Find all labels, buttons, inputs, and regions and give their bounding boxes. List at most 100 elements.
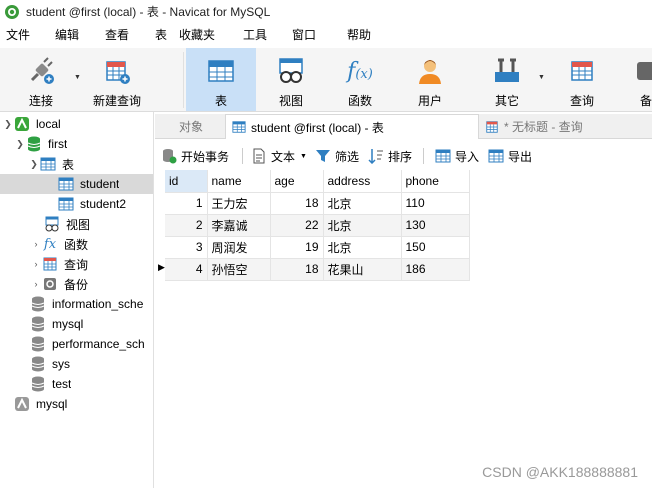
cell-age[interactable]: 19: [270, 236, 324, 259]
export-button[interactable]: 导出: [488, 146, 532, 166]
tree-item-first[interactable]: ❯ first: [0, 134, 153, 154]
menu-window[interactable]: 窗口: [292, 23, 316, 47]
chevron-right-icon[interactable]: ›: [30, 259, 42, 269]
connect-button[interactable]: 连接: [10, 48, 72, 111]
cell-phone[interactable]: 186: [401, 258, 470, 281]
menu-favorites[interactable]: 收藏夹: [179, 23, 215, 47]
table-row[interactable]: 4 孙悟空 18 花果山 186: [165, 258, 470, 281]
chevron-right-icon[interactable]: ›: [30, 239, 42, 249]
function-icon: f(x): [347, 58, 373, 84]
cell-address[interactable]: 北京: [323, 236, 402, 259]
cell-id[interactable]: 3: [165, 236, 208, 259]
export-icon: [488, 148, 504, 164]
database-icon: [30, 316, 46, 332]
tree-item-local[interactable]: ❯ local: [0, 114, 153, 134]
view-button[interactable]: 视图: [259, 48, 323, 111]
menu-table[interactable]: 表: [155, 23, 167, 47]
chevron-down-icon[interactable]: ❯: [14, 139, 26, 150]
title-bar: student @first (local) - 表 - Navicat for…: [0, 0, 652, 23]
menu-bar: 文件 编辑 查看 表 收藏夹 工具 窗口 帮助: [0, 23, 652, 47]
cell-age[interactable]: 18: [270, 258, 324, 281]
data-grid: ▶ id name age address phone 1 王力宏 18 北京 …: [155, 170, 652, 488]
watermark: CSDN @AKK188888881: [482, 464, 638, 480]
other-dropdown-icon[interactable]: ▼: [538, 74, 545, 81]
column-header-age[interactable]: age: [270, 170, 324, 193]
tab-student-table[interactable]: student @first (local) - 表: [225, 114, 479, 139]
tree-item-mysql-db[interactable]: mysql: [0, 314, 153, 334]
other-button[interactable]: 其它: [475, 48, 539, 111]
tree-item-sys[interactable]: sys: [0, 354, 153, 374]
chevron-down-icon[interactable]: ❯: [2, 119, 14, 130]
tree-item-student[interactable]: student: [0, 174, 153, 194]
chevron-right-icon[interactable]: ›: [30, 279, 42, 289]
table-button[interactable]: 表: [186, 48, 256, 111]
cell-id[interactable]: 2: [165, 214, 208, 237]
table-group-icon: [40, 156, 56, 172]
query-button[interactable]: 查询: [552, 48, 612, 111]
menu-view[interactable]: 查看: [105, 23, 129, 47]
text-doc-icon: [251, 148, 267, 164]
tab-objects[interactable]: 对象: [173, 114, 233, 139]
toolbar-separator: [423, 148, 424, 164]
cell-phone[interactable]: 150: [401, 236, 470, 259]
main-toolbar: 连接 ▼ 新建查询 表 视图 f(x) 函数 用户 其它 ▼ 查询 备: [0, 48, 652, 112]
begin-transaction-button[interactable]: 开始事务: [161, 146, 229, 166]
cell-name[interactable]: 孙悟空: [207, 258, 271, 281]
menu-help[interactable]: 帮助: [347, 23, 371, 47]
menu-file[interactable]: 文件: [6, 23, 30, 47]
function-button[interactable]: f(x) 函数: [328, 48, 392, 111]
import-button[interactable]: 导入: [435, 146, 479, 166]
tab-untitled-query[interactable]: * 无标题 - 查询: [479, 114, 652, 139]
table-row[interactable]: 3 周润发 19 北京 150: [165, 236, 470, 259]
cell-name[interactable]: 王力宏: [207, 192, 271, 215]
cell-name[interactable]: 周润发: [207, 236, 271, 259]
cell-phone[interactable]: 110: [401, 192, 470, 215]
table-icon: [206, 56, 236, 86]
new-query-icon: [102, 56, 132, 86]
tree-item-test[interactable]: test: [0, 374, 153, 394]
cell-age[interactable]: 22: [270, 214, 324, 237]
cell-address[interactable]: 北京: [323, 192, 402, 215]
column-header-address[interactable]: address: [323, 170, 402, 193]
menu-tools[interactable]: 工具: [243, 23, 267, 47]
user-button[interactable]: 用户: [398, 48, 462, 111]
student-table: id name age address phone 1 王力宏 18 北京 11…: [165, 170, 470, 281]
chevron-down-icon[interactable]: ❯: [28, 159, 40, 170]
column-header-name[interactable]: name: [207, 170, 271, 193]
cell-phone[interactable]: 130: [401, 214, 470, 237]
tree-item-backups[interactable]: › 备份: [0, 274, 153, 294]
cell-id[interactable]: 4: [165, 258, 208, 281]
tree-item-tables[interactable]: ❯ 表: [0, 154, 153, 174]
tree-item-functions[interactable]: › fx 函数: [0, 234, 153, 254]
query-icon: [42, 256, 58, 272]
cell-address[interactable]: 北京: [323, 214, 402, 237]
backup-button[interactable]: 备: [628, 48, 652, 111]
column-header-id[interactable]: id: [165, 170, 208, 193]
cell-name[interactable]: 李嘉诚: [207, 214, 271, 237]
filter-button[interactable]: 筛选: [315, 146, 359, 166]
toolbar-separator: [183, 52, 184, 108]
menu-edit[interactable]: 编辑: [55, 23, 79, 47]
text-dropdown-icon[interactable]: ▼: [300, 153, 307, 160]
sort-button[interactable]: 排序: [368, 146, 412, 166]
current-row-arrow-icon: ▶: [158, 262, 165, 272]
tree-item-performance-schema[interactable]: performance_sch: [0, 334, 153, 354]
tab-bar: 对象 student @first (local) - 表 * 无标题 - 查询: [155, 114, 652, 139]
query-icon: [567, 56, 597, 86]
tree-item-views[interactable]: 视图: [0, 214, 153, 234]
connect-dropdown-icon[interactable]: ▼: [74, 74, 81, 81]
tree-item-student2[interactable]: student2: [0, 194, 153, 214]
import-icon: [435, 148, 451, 164]
tree-item-information-schema[interactable]: information_sche: [0, 294, 153, 314]
navicat-logo-icon: [5, 4, 19, 19]
tree-item-mysql-connection[interactable]: mysql: [0, 394, 153, 414]
text-button[interactable]: 文本 ▼: [251, 146, 307, 166]
table-row[interactable]: 1 王力宏 18 北京 110: [165, 192, 470, 215]
cell-id[interactable]: 1: [165, 192, 208, 215]
column-header-phone[interactable]: phone: [401, 170, 470, 193]
cell-age[interactable]: 18: [270, 192, 324, 215]
tree-item-queries[interactable]: › 查询: [0, 254, 153, 274]
new-query-button[interactable]: 新建查询: [86, 48, 148, 111]
table-row[interactable]: 2 李嘉诚 22 北京 130: [165, 214, 470, 237]
cell-address[interactable]: 花果山: [323, 258, 402, 281]
